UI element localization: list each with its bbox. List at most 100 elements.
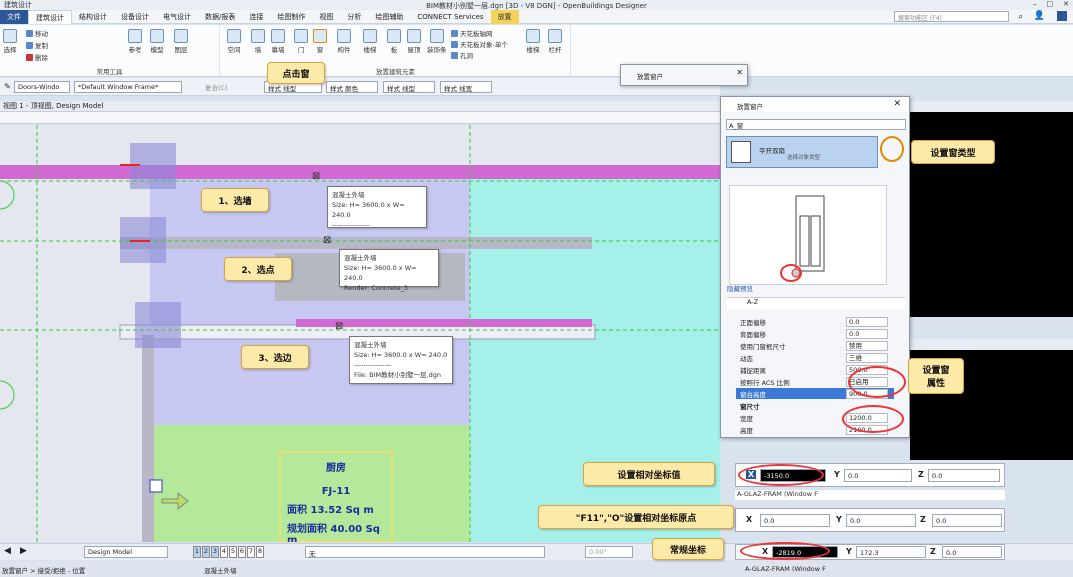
tab-file[interactable]: 文件 [0, 9, 28, 24]
tab-architecture[interactable]: 建筑设计 [28, 9, 72, 24]
maximize-icon[interactable]: □ [1047, 0, 1054, 8]
railing-button[interactable]: 栏杆 [548, 29, 562, 54]
space-icon [227, 29, 241, 43]
tab-place[interactable]: 放置 [490, 9, 519, 24]
member-button[interactable]: 构件 [337, 29, 351, 54]
select-button[interactable]: 选择 [3, 29, 17, 54]
view-button-2[interactable]: 2 [202, 546, 210, 558]
coord-z-field[interactable]: 0.0 [942, 546, 1002, 558]
close-icon[interactable]: ✕ [1063, 0, 1069, 8]
finish-icon [429, 29, 444, 43]
view-button-5[interactable]: 5 [229, 546, 237, 558]
attach-button[interactable]: 参考 [128, 29, 142, 54]
search-input[interactable]: 搜索功能区 (F4) [894, 11, 1009, 22]
tab-data-reports[interactable]: 数据/报表 [198, 10, 242, 24]
model-button[interactable]: 模型 [150, 29, 164, 54]
coord-x-field[interactable]: 0.0 [760, 514, 830, 527]
cursor-icon [3, 29, 17, 43]
tab-electrical[interactable]: 电气设计 [156, 10, 198, 24]
layer-button[interactable]: 图层 [174, 29, 188, 54]
delete-button[interactable]: 删除 [26, 52, 48, 62]
wall-button[interactable]: 墙 [251, 29, 265, 54]
tab-connect[interactable]: 连接 [242, 10, 270, 24]
tab-structure[interactable]: 结构设计 [72, 10, 114, 24]
wall-tooltip: 混凝土外墙 Size: H= 3600.0 x W= 240.0 Render: C… [339, 249, 439, 292]
layer-icon [174, 29, 188, 43]
view-button-3[interactable]: 3 [211, 546, 219, 558]
coord-y-field[interactable]: 172.3 [856, 546, 926, 558]
property-tabs[interactable]: A-Z [727, 297, 905, 309]
view-2-title [910, 101, 1073, 112]
coord-z-field[interactable]: 0.0 [932, 514, 1002, 527]
view-button-7[interactable]: 7 [247, 546, 255, 558]
catalog-item-selector[interactable]: 平开双扇 选择对象类型 [726, 136, 878, 168]
back-icon[interactable]: ◀ [4, 546, 11, 556]
color-combo[interactable]: 样式 颜色 [326, 81, 378, 93]
view-button-4[interactable]: 4 [220, 546, 228, 558]
hide-preview-link[interactable]: 隐藏预览 [727, 283, 753, 293]
move-button[interactable]: 移动 [26, 28, 48, 38]
tab-view[interactable]: 视图 [312, 10, 340, 24]
view-title: 视图 1 - 顶视图, Design Model [0, 101, 720, 112]
prop-row[interactable]: 动态 三维 [736, 352, 894, 363]
title-bar: 建筑设计 BIM教材小别墅一层.dgn [3D - V8 DGN] - Open… [0, 0, 1073, 10]
tab-drawing[interactable]: 绘图制作 [270, 10, 312, 24]
model-combo[interactable]: Design Model [84, 546, 168, 558]
view-button-8[interactable]: 8 [256, 546, 264, 558]
view-button-6[interactable]: 6 [238, 546, 246, 558]
user-icon[interactable]: 👤 [1034, 11, 1045, 21]
style-line-combo[interactable]: 样式 线型 [383, 81, 435, 93]
hole-button[interactable]: 孔洞 [451, 50, 473, 60]
room-label: 厨房 FJ-11 面积 13.52 Sq m 规划面积 40.00 Sq m [279, 451, 393, 542]
callout-click-window: 点击窗 [267, 62, 325, 84]
view-button-1[interactable]: 1 [193, 546, 201, 558]
forward-icon[interactable]: ▶ [20, 546, 27, 556]
roof-button[interactable]: 屋顶 [407, 29, 421, 54]
close-icon[interactable]: ✕ [893, 99, 901, 109]
style-weight-combo[interactable]: 样式 线宽 [440, 81, 492, 93]
mini-place-window-dialog[interactable]: 放置窗户 ✕ [620, 64, 748, 86]
angle-field[interactable]: 0.00° [585, 546, 633, 558]
snap-cross-2: ⊠ [323, 235, 331, 246]
composite-checkbox[interactable]: 复合(C) [202, 81, 240, 93]
door-button[interactable]: 门 [294, 29, 308, 54]
preview-sash [799, 215, 810, 267]
search-icon[interactable]: ⌕ [1019, 12, 1023, 22]
ceiling-grid-button[interactable]: 天花板轴网 [451, 28, 493, 38]
callout-select-edge: 3、选边 [241, 345, 309, 369]
space-button[interactable]: 空间 [227, 29, 241, 54]
slab-button[interactable]: 板 [387, 29, 401, 54]
level-combo[interactable]: 无 [305, 546, 545, 558]
rail-icon [526, 29, 540, 43]
snap-cross-3: ⊠ [335, 321, 343, 332]
coord-y-field[interactable]: 0.0 [844, 469, 912, 482]
type-combo[interactable]: A_窗 [726, 119, 906, 130]
curtain-wall-button[interactable]: 幕墙 [271, 29, 285, 54]
prop-row[interactable]: 背面偏移 0.0 [736, 328, 894, 339]
tab-mechanical[interactable]: 设备设计 [114, 10, 156, 24]
prop-row[interactable]: 正面偏移 0.0 [736, 316, 894, 327]
grid-bubble [0, 180, 15, 210]
copy-button[interactable]: 复制 [26, 40, 48, 50]
ceiling-single-button[interactable]: 天花板对象-单个 [451, 39, 508, 49]
style-combo[interactable]: *Default Window Frame* [74, 81, 182, 93]
help-icon[interactable] [1057, 11, 1067, 21]
catalog-combo[interactable]: Doors-Windo [14, 81, 70, 93]
window-button[interactable]: 窗 [313, 29, 327, 54]
view-toolbar[interactable] [0, 112, 720, 124]
minimize-icon[interactable]: – [1033, 0, 1037, 8]
finish-button[interactable]: 装饰条 [427, 29, 447, 54]
tab-drawing-aids[interactable]: 绘图辅助 [368, 10, 410, 24]
coord-y-field[interactable]: 0.0 [846, 514, 916, 527]
close-icon[interactable]: ✕ [736, 68, 743, 77]
callout-set-props: 设置窗 属性 [908, 358, 964, 394]
tab-analyze[interactable]: 分析 [340, 10, 368, 24]
prop-row[interactable]: 使用门窗框尺寸 禁用 [736, 340, 894, 351]
workflow-selector[interactable]: 建筑设计 [4, 0, 32, 10]
curtain-wall-icon [271, 29, 285, 43]
rail-button[interactable]: 楼梯 [526, 29, 540, 54]
attach-icon [128, 29, 142, 43]
coord-z-field[interactable]: 0.0 [928, 469, 1000, 482]
stair-button[interactable]: 楼梯 [363, 29, 377, 54]
tab-connect-services[interactable]: CONNECT Services [410, 10, 490, 24]
